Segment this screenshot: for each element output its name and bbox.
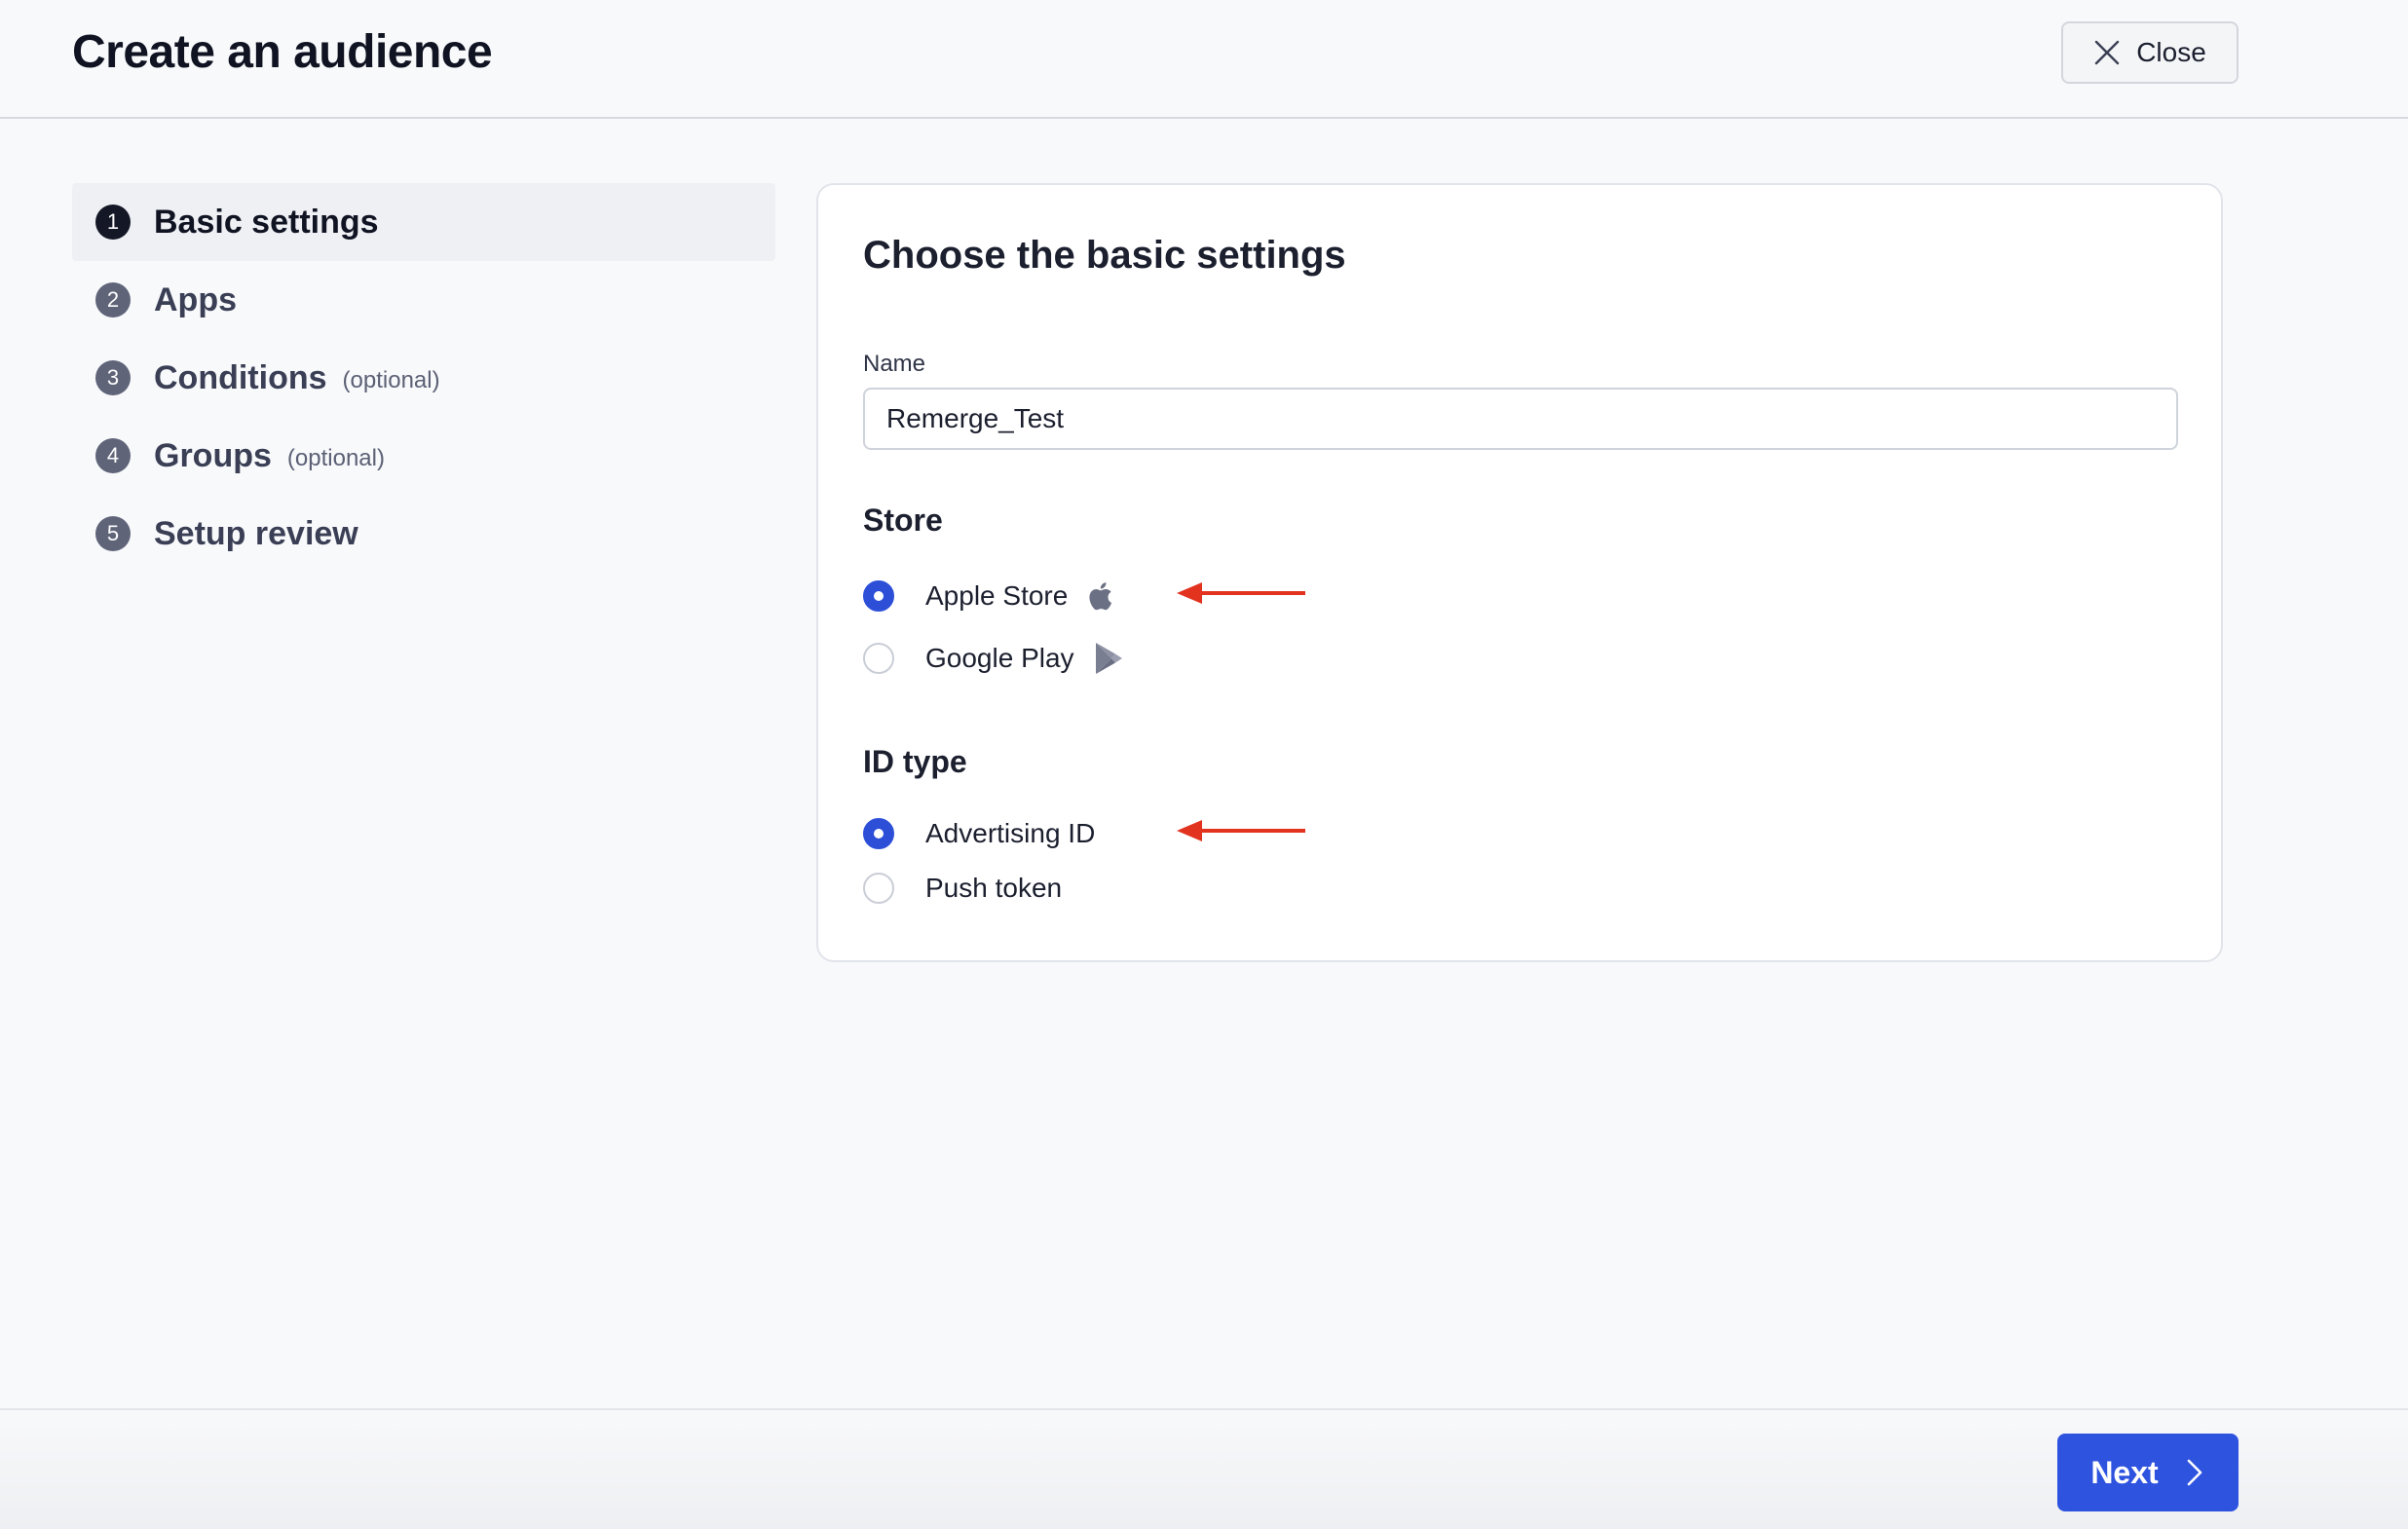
page-header: Create an audience Close — [0, 0, 2408, 119]
id-type-option-push[interactable]: Push token — [863, 869, 1062, 908]
next-label: Next — [2090, 1454, 2159, 1490]
step-label: Setup review — [154, 514, 358, 552]
advertising-id-radio[interactable] — [863, 818, 894, 849]
step-setup-review[interactable]: 5 Setup review — [72, 495, 775, 573]
step-label: Apps — [154, 280, 237, 318]
name-label: Name — [863, 351, 926, 377]
step-apps[interactable]: 2 Apps — [72, 261, 775, 339]
chevron-right-icon — [2187, 1459, 2201, 1486]
push-token-radio[interactable] — [863, 873, 894, 904]
page-footer: Next — [0, 1408, 2408, 1529]
id-type-option-advertising[interactable]: Advertising ID — [863, 814, 1095, 853]
step-number: 4 — [95, 438, 131, 473]
step-number: 5 — [95, 516, 131, 551]
card-title: Choose the basic settings — [863, 234, 1346, 277]
name-input[interactable] — [863, 388, 2178, 450]
apple-icon — [1089, 582, 1112, 611]
google-play-radio[interactable] — [863, 643, 894, 674]
close-button[interactable]: Close — [2061, 21, 2239, 84]
step-number: 3 — [95, 360, 131, 395]
step-number: 1 — [95, 205, 131, 240]
apple-store-radio[interactable] — [863, 580, 894, 612]
store-title: Store — [863, 503, 943, 538]
step-optional-tag: (optional) — [342, 367, 440, 393]
next-button[interactable]: Next — [2057, 1434, 2239, 1511]
step-label: Groups — [154, 436, 272, 474]
annotation-arrow-left-icon — [1177, 582, 1305, 604]
google-play-label: Google Play — [925, 643, 1074, 673]
store-option-google[interactable]: Google Play — [863, 639, 1125, 678]
advertising-id-label: Advertising ID — [925, 818, 1096, 848]
step-basic-settings[interactable]: 1 Basic settings — [72, 183, 775, 261]
stepper: 1 Basic settings 2 Apps 3 Conditions (op… — [72, 183, 775, 573]
basic-settings-card: Choose the basic settings Name Store App… — [816, 183, 2223, 962]
store-option-apple[interactable]: Apple Store — [863, 577, 1118, 615]
close-icon — [2095, 40, 2120, 65]
google-play-icon — [1095, 643, 1122, 674]
close-label: Close — [2136, 37, 2206, 67]
step-label: Basic settings — [154, 203, 379, 241]
page-title: Create an audience — [72, 26, 493, 78]
step-number: 2 — [95, 282, 131, 317]
annotation-arrow-left-icon — [1177, 820, 1305, 841]
id-type-title: ID type — [863, 744, 967, 779]
push-token-label: Push token — [925, 873, 1063, 903]
step-groups[interactable]: 4 Groups (optional) — [72, 417, 775, 495]
step-conditions[interactable]: 3 Conditions (optional) — [72, 339, 775, 417]
step-optional-tag: (optional) — [286, 445, 385, 471]
apple-store-label: Apple Store — [925, 580, 1069, 611]
step-label: Conditions — [154, 358, 327, 396]
